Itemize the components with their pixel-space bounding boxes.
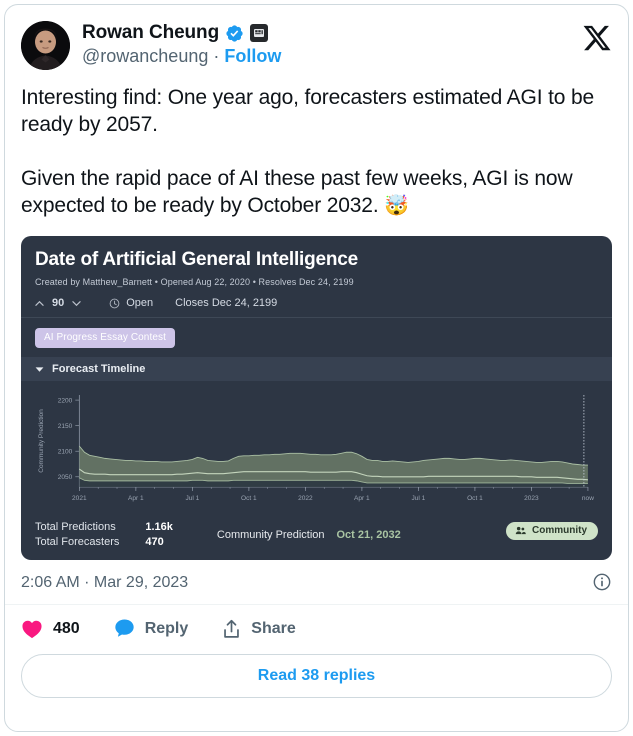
tweet-paragraph-2-text: Given the rapid pace of AI these past fe… — [21, 167, 573, 217]
reply-label: Reply — [144, 619, 189, 637]
svg-text:2021: 2021 — [72, 495, 87, 502]
community-badge-label: Community — [532, 525, 587, 536]
tag-row: AI Progress Essay Contest — [21, 318, 612, 357]
info-circle-icon[interactable] — [592, 572, 612, 592]
community-badge[interactable]: Community — [506, 522, 598, 540]
status-label: Open — [126, 297, 154, 309]
svg-text:now: now — [582, 495, 594, 502]
caret-down-icon[interactable] — [35, 366, 44, 373]
share-label: Share — [251, 619, 296, 637]
total-forecasters-label: Total Forecasters — [35, 536, 120, 548]
follow-button[interactable]: Follow — [224, 46, 281, 67]
x-logo-icon[interactable] — [582, 23, 612, 53]
embed-meta-row: 90 Open Closes Dec 24, 2199 — [21, 297, 612, 318]
timestamp: 2:06 AM · Mar 29, 2023 — [21, 574, 189, 591]
like-count: 480 — [53, 619, 80, 637]
clock-icon — [109, 298, 120, 308]
embed-subtitle: Created by Matthew_Barnett • Opened Aug … — [35, 277, 354, 287]
footer-stats: Total Predictions 1.16k Total Forecaster… — [35, 521, 173, 548]
svg-text:Apr 1: Apr 1 — [354, 495, 370, 502]
closes-label: Closes Dec 24, 2199 — [175, 297, 278, 309]
svg-text:Oct 1: Oct 1 — [241, 495, 257, 502]
svg-text:Jul 1: Jul 1 — [185, 495, 199, 502]
total-predictions-label: Total Predictions — [35, 521, 116, 533]
vote-control: 90 — [35, 297, 81, 309]
action-bar: 480 Reply Share — [5, 605, 628, 652]
svg-text:2150: 2150 — [58, 423, 73, 430]
svg-text:Oct 1: Oct 1 — [467, 495, 483, 502]
community-prediction-label: Community Prediction — [216, 528, 325, 541]
svg-text:Jul 1: Jul 1 — [411, 495, 425, 502]
heart-icon[interactable] — [21, 619, 43, 639]
author-identity: Rowan Cheung @rowancheung · Follow — [82, 21, 281, 67]
exploding-head-emoji: 🤯 — [384, 195, 409, 217]
author-name-row: Rowan Cheung — [82, 22, 281, 44]
avatar[interactable] — [21, 21, 70, 70]
svg-text:2050: 2050 — [58, 474, 73, 481]
tweet-card: Rowan Cheung @rowancheung · Follow Inter… — [4, 4, 629, 732]
forecast-timeline-section-header[interactable]: Forecast Timeline — [21, 357, 612, 381]
embed-footer: Total Predictions 1.16k Total Forecaster… — [21, 513, 612, 560]
tweet-paragraph-2: Given the rapid pace of AI these past fe… — [21, 165, 612, 220]
embed-header: Date of Artificial General Intelligence … — [21, 236, 612, 297]
read-replies-wrap: Read 38 replies — [5, 652, 628, 714]
chevron-up-icon[interactable] — [35, 299, 44, 308]
tweet-text: Interesting find: One year ago, forecast… — [5, 70, 628, 220]
section-label: Forecast Timeline — [52, 363, 146, 375]
total-predictions-value: 1.16k — [145, 521, 173, 533]
svg-text:2022: 2022 — [298, 495, 313, 502]
svg-text:2200: 2200 — [58, 398, 73, 405]
author-display-name[interactable]: Rowan Cheung — [82, 22, 219, 44]
svg-text:2100: 2100 — [58, 449, 73, 456]
reply-button[interactable]: Reply — [114, 618, 189, 639]
people-icon — [515, 526, 526, 535]
read-replies-button[interactable]: Read 38 replies — [21, 654, 612, 698]
author-handle[interactable]: @rowancheung — [82, 46, 208, 67]
status-group: Open — [109, 297, 153, 309]
forecast-chart[interactable]: Community Prediction 2050 2100 2150 2200 2021… — [21, 381, 612, 513]
share-button[interactable]: Share — [222, 619, 296, 639]
svg-text:2023: 2023 — [524, 495, 539, 502]
svg-text:Community Prediction: Community Prediction — [38, 409, 45, 473]
timestamp-row: 2:06 AM · Mar 29, 2023 — [5, 560, 628, 605]
community-prediction-value: Oct 21, 2032 — [336, 528, 401, 541]
svg-text:Apr 1: Apr 1 — [128, 495, 144, 502]
affiliate-badge-icon[interactable] — [250, 24, 269, 42]
handle-separator: · — [213, 46, 220, 66]
community-prediction-group: Community Prediction Oct 21, 2032 — [217, 529, 401, 541]
total-forecasters-value: 470 — [145, 536, 164, 548]
author-handle-row: @rowancheung · Follow — [82, 46, 281, 67]
vote-count: 90 — [52, 297, 65, 309]
tag-pill[interactable]: AI Progress Essay Contest — [35, 328, 175, 348]
embed-title: Date of Artificial General Intelligence — [35, 249, 359, 270]
comment-bubble-icon[interactable] — [114, 618, 135, 639]
chevron-down-icon[interactable] — [72, 299, 81, 308]
metaculus-embed-card[interactable]: Date of Artificial General Intelligence … — [21, 236, 612, 560]
verified-badge-icon — [226, 24, 243, 42]
share-icon[interactable] — [222, 619, 241, 639]
like-button[interactable]: 480 — [21, 619, 80, 639]
tweet-paragraph-1: Interesting find: One year ago, forecast… — [21, 86, 595, 136]
tweet-header: Rowan Cheung @rowancheung · Follow — [5, 5, 628, 70]
